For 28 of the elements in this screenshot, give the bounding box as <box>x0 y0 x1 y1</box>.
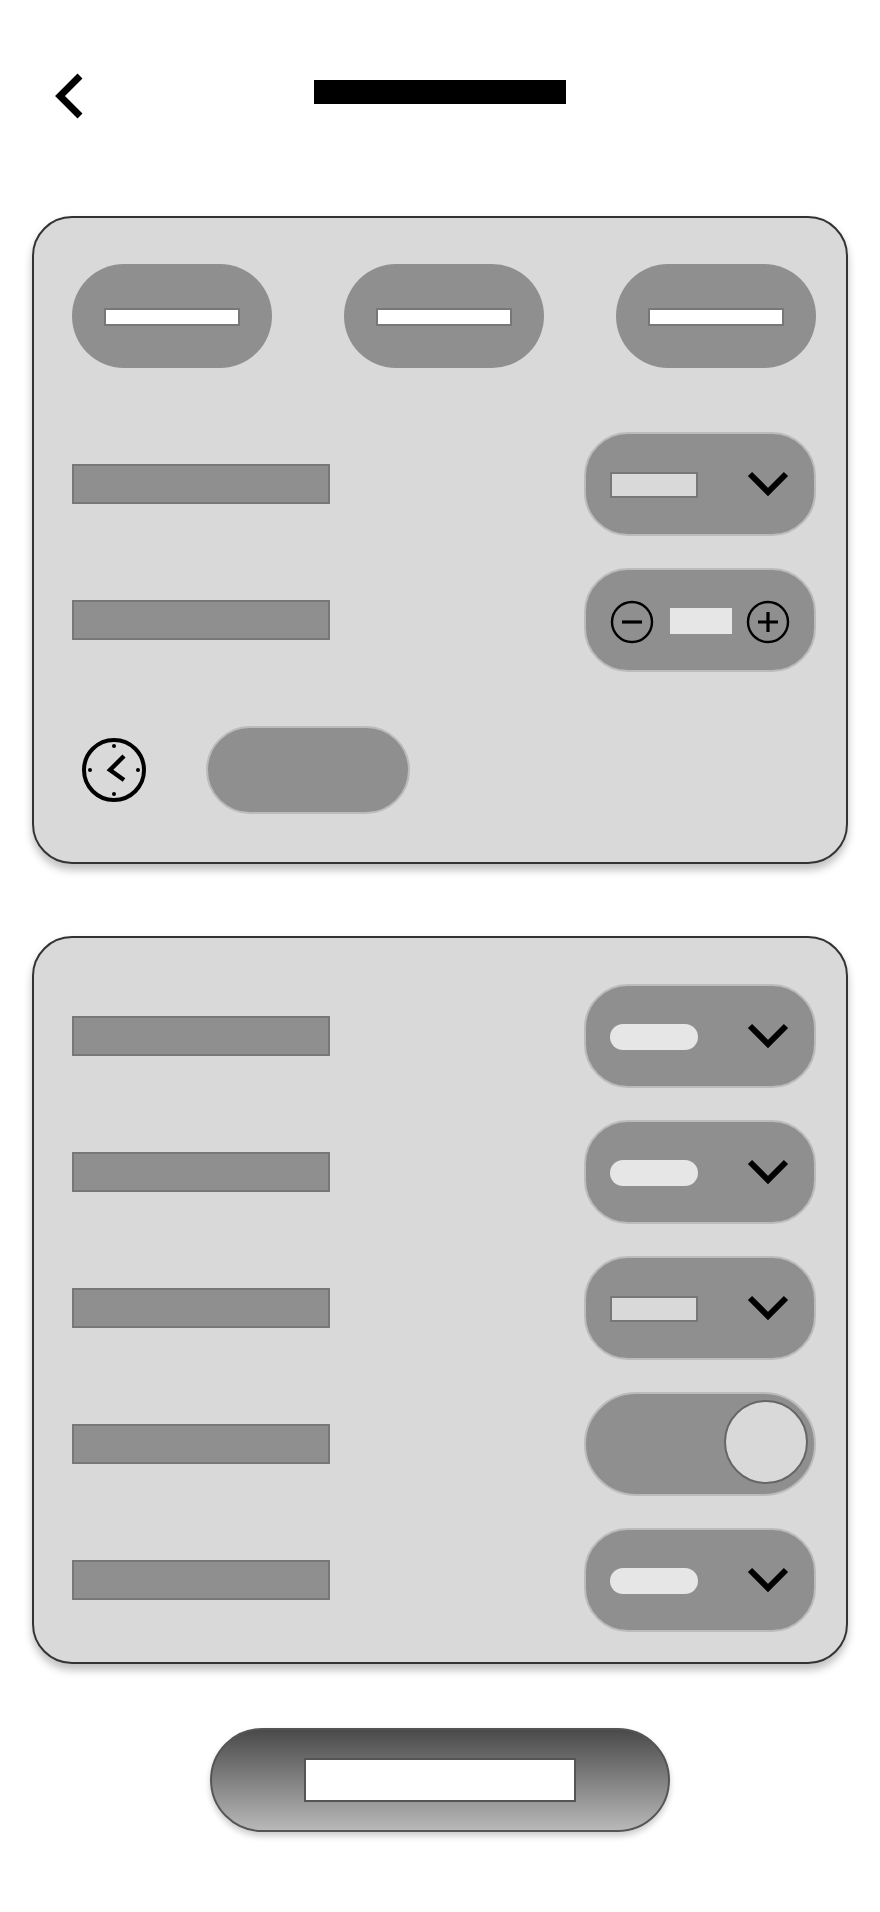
label-placeholder <box>104 307 240 325</box>
value-placeholder <box>610 471 698 497</box>
time-button[interactable] <box>206 726 410 814</box>
label-placeholder <box>376 307 512 325</box>
segment-button[interactable] <box>72 264 272 368</box>
dropdown[interactable] <box>584 432 816 536</box>
value-placeholder <box>610 1023 698 1049</box>
plus-button[interactable] <box>746 598 790 642</box>
segment-button[interactable] <box>616 264 816 368</box>
segment-button[interactable] <box>344 264 544 368</box>
clock-icon[interactable] <box>80 736 148 804</box>
value-placeholder <box>610 1295 698 1321</box>
value-placeholder <box>610 1567 698 1593</box>
dropdown[interactable] <box>584 1528 816 1632</box>
dropdown[interactable] <box>584 1120 816 1224</box>
chevron-icon <box>746 1022 790 1050</box>
value-placeholder <box>610 1159 698 1185</box>
dropdown[interactable] <box>584 1256 816 1360</box>
chevron-icon <box>746 470 790 498</box>
chevron-icon <box>746 1566 790 1594</box>
chevron-icon <box>746 1294 790 1322</box>
label-placeholder <box>648 307 784 325</box>
toggle-switch[interactable] <box>584 1392 816 1496</box>
minus-button[interactable] <box>610 598 654 642</box>
value-placeholder <box>669 607 731 633</box>
dropdown[interactable] <box>584 984 816 1088</box>
chevron-icon <box>746 1158 790 1186</box>
primary-button[interactable] <box>210 1728 670 1832</box>
